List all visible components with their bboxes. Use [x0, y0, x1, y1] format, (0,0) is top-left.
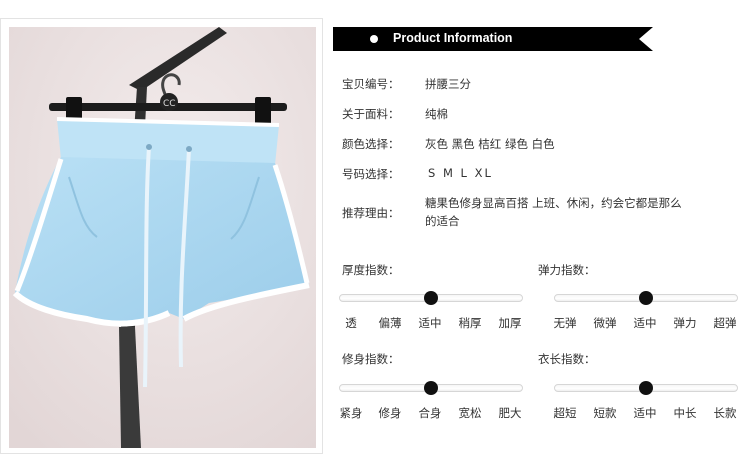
- length-scale-marker: [639, 381, 653, 395]
- elasticity-scale-label: 弹力指数：: [538, 263, 596, 277]
- thickness-option: 透: [345, 316, 357, 330]
- length-option: 中长: [673, 406, 697, 420]
- fit-option: 合身: [418, 406, 442, 420]
- info-label-item-no: 宝贝编号：: [342, 77, 400, 91]
- info-label-reason: 推荐理由：: [342, 206, 400, 220]
- info-label-sizes: 号码选择：: [342, 167, 400, 181]
- thickness-scale-marker: [424, 291, 438, 305]
- info-label-fabric: 关于面料：: [342, 107, 400, 121]
- thickness-scale-label: 厚度指数：: [342, 263, 400, 277]
- length-option: 长款: [713, 406, 737, 420]
- elasticity-option: 弹力: [673, 316, 697, 330]
- info-value-reason-line1: 糖果色修身显高百搭 上班、休闲，约会它都是那么: [425, 196, 682, 210]
- length-option: 超短: [553, 406, 577, 420]
- info-value-item-no: 拼腰三分: [425, 77, 471, 91]
- length-option: 短款: [593, 406, 617, 420]
- product-photo: CC: [9, 27, 316, 448]
- thickness-option: 加厚: [498, 316, 522, 330]
- info-value-reason-line2: 的适合: [425, 214, 460, 228]
- elasticity-option: 无弹: [553, 316, 577, 330]
- banner-title: Product Information: [393, 31, 513, 45]
- thickness-option: 稍厚: [458, 316, 482, 330]
- thickness-option: 适中: [418, 316, 442, 330]
- fit-option: 肥大: [498, 406, 522, 420]
- svg-text:CC: CC: [163, 99, 176, 109]
- length-option: 适中: [633, 406, 657, 420]
- fit-option: 宽松: [458, 406, 482, 420]
- fit-option: 紧身: [339, 406, 363, 420]
- elasticity-scale-marker: [639, 291, 653, 305]
- length-scale-label: 衣长指数：: [538, 352, 596, 366]
- fit-scale-label: 修身指数：: [342, 352, 400, 366]
- fit-scale-marker: [424, 381, 438, 395]
- info-value-sizes: S M L XL: [428, 166, 493, 180]
- elasticity-option: 微弹: [593, 316, 617, 330]
- elasticity-option: 适中: [633, 316, 657, 330]
- info-value-colors: 灰色 黑色 桔红 绿色 白色: [425, 137, 555, 151]
- thickness-option: 偏薄: [378, 316, 402, 330]
- fit-option: 修身: [378, 406, 402, 420]
- info-label-colors: 颜色选择：: [342, 137, 400, 151]
- shorts-photo-illustration: CC: [9, 27, 316, 448]
- info-value-fabric: 纯棉: [425, 107, 448, 121]
- banner-bullet-icon: [370, 35, 378, 43]
- elasticity-option: 超弹: [713, 316, 737, 330]
